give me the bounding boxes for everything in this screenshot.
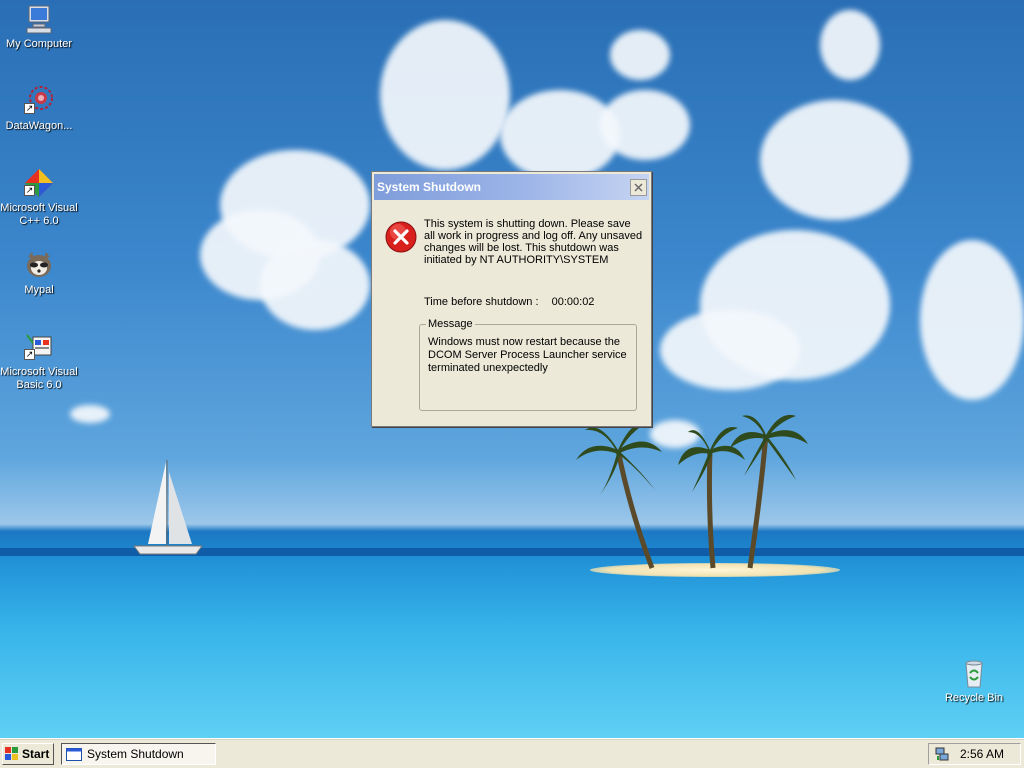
start-label: Start xyxy=(22,747,50,761)
dialog-title: System Shutdown xyxy=(377,180,482,194)
cloud xyxy=(610,30,670,80)
message-group-text: Windows must now restart because the DCO… xyxy=(428,336,627,374)
desktop-icon-datawagon[interactable]: ↗ DataWagon... xyxy=(0,85,78,133)
cloud xyxy=(260,240,370,330)
countdown-value: 00:00:02 xyxy=(551,296,595,308)
taskbar: Start System Shutdown 2:56 AM xyxy=(0,738,1024,768)
window-icon xyxy=(66,747,82,761)
error-icon xyxy=(385,221,417,253)
mypal-icon xyxy=(27,252,51,277)
desktop-icon-visual-basic[interactable]: ↗ Microsoft Visual Basic 6.0 xyxy=(0,331,78,392)
system-tray: 2:56 AM xyxy=(928,743,1021,765)
desktop-icon-label: Microsoft Visual Basic 6.0 xyxy=(0,366,78,391)
dialog-titlebar[interactable]: System Shutdown xyxy=(374,174,649,200)
desktop-icon-recycle-bin[interactable]: Recycle Bin xyxy=(935,657,1013,705)
cloud xyxy=(920,240,1024,400)
close-icon xyxy=(634,183,643,191)
shutdown-message: This system is shutting down. Please sav… xyxy=(424,218,643,266)
system-shutdown-dialog: System Shutdown This system is shutting … xyxy=(371,171,652,427)
cloud xyxy=(380,20,510,170)
desktop-icon-label: Mypal xyxy=(24,284,54,296)
message-groupbox: Message Windows must now restart because… xyxy=(419,318,637,411)
sailboat-image xyxy=(133,460,203,555)
cloud xyxy=(660,310,800,390)
desktop-icon-mypal[interactable]: Mypal xyxy=(0,249,78,297)
computer-icon xyxy=(26,5,52,34)
desktop-icon-label: Recycle Bin xyxy=(944,692,1004,704)
windows-logo-icon xyxy=(5,747,18,760)
close-button[interactable] xyxy=(630,178,647,196)
shortcut-arrow-icon: ↗ xyxy=(24,103,35,114)
message-group-label: Message xyxy=(426,318,475,330)
desktop-icon-my-computer[interactable]: My Computer xyxy=(0,3,78,51)
cloud xyxy=(820,10,880,80)
desktop-icon-label: My Computer xyxy=(5,38,73,50)
desktop-icon-label: Microsoft Visual C++ 6.0 xyxy=(0,202,78,227)
sea xyxy=(0,556,1024,738)
countdown-label: Time before shutdown : xyxy=(424,296,539,308)
network-icon[interactable] xyxy=(934,746,950,762)
shortcut-arrow-icon: ↗ xyxy=(24,185,35,196)
start-button[interactable]: Start xyxy=(2,743,54,765)
desktop-icon-label: DataWagon... xyxy=(5,120,73,132)
recycle-bin-icon xyxy=(965,660,983,688)
taskbar-item-label: System Shutdown xyxy=(87,747,184,761)
clock[interactable]: 2:56 AM xyxy=(960,747,1004,761)
taskbar-item-system-shutdown[interactable]: System Shutdown xyxy=(61,743,216,765)
countdown-row: Time before shutdown : 00:00:02 xyxy=(424,296,594,308)
palm-trees-image xyxy=(576,414,808,569)
cloud xyxy=(600,90,690,160)
cloud xyxy=(760,100,910,220)
shortcut-arrow-icon: ↗ xyxy=(24,349,35,360)
desktop-icon-visual-cpp[interactable]: ↗ Microsoft Visual C++ 6.0 xyxy=(0,167,78,228)
cloud xyxy=(70,405,110,423)
